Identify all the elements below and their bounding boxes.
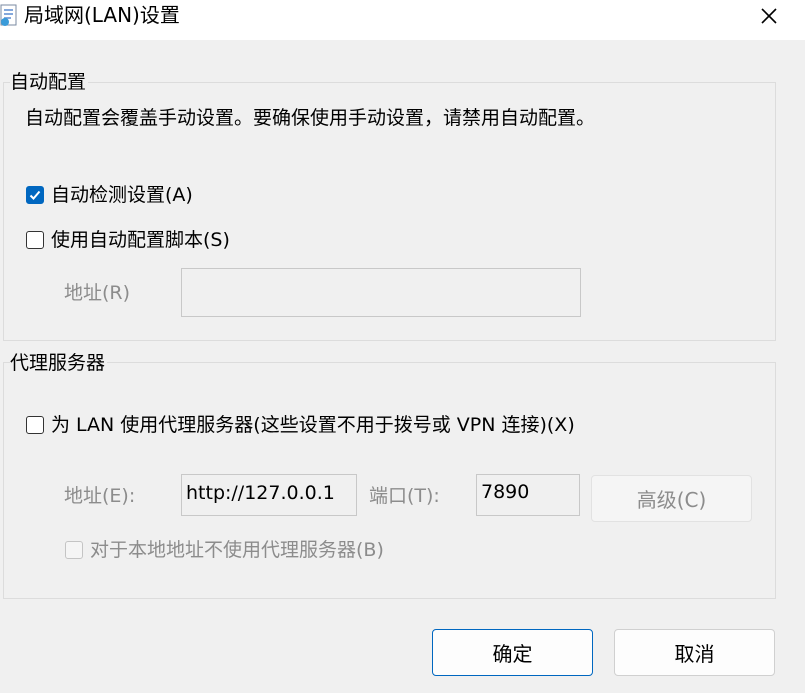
- title-bar: 局域网(LAN)设置: [0, 0, 805, 40]
- cancel-button[interactable]: 取消: [614, 629, 775, 676]
- bypass-local-checkbox[interactable]: [65, 541, 83, 559]
- script-address-label: 地址(R): [64, 282, 131, 304]
- use-proxy-checkbox[interactable]: [26, 416, 44, 434]
- bypass-local-label: 对于本地地址不使用代理服务器(B): [90, 539, 384, 561]
- settings-document-icon: [0, 4, 20, 28]
- close-button[interactable]: [752, 0, 786, 32]
- auto-detect-checkbox[interactable]: [26, 186, 44, 204]
- close-icon: [761, 8, 777, 24]
- auto-config-group-title: 自动配置: [10, 71, 89, 93]
- window-title: 局域网(LAN)设置: [24, 3, 180, 27]
- script-address-field[interactable]: [181, 268, 581, 317]
- advanced-button[interactable]: 高级(C): [591, 475, 752, 522]
- use-proxy-label[interactable]: 为 LAN 使用代理服务器(这些设置不用于拨号或 VPN 连接)(X): [51, 413, 575, 437]
- use-script-label[interactable]: 使用自动配置脚本(S): [51, 228, 230, 252]
- auto-detect-label[interactable]: 自动检测设置(A): [51, 183, 193, 207]
- proxy-group-title: 代理服务器: [10, 352, 108, 374]
- auto-config-description: 自动配置会覆盖手动设置。要确保使用手动设置，请禁用自动配置。: [25, 107, 596, 129]
- proxy-address-label: 地址(E):: [64, 485, 136, 507]
- checkmark-icon: [29, 190, 41, 200]
- use-script-checkbox[interactable]: [26, 231, 44, 249]
- ok-button[interactable]: 确定: [432, 629, 593, 676]
- proxy-address-field[interactable]: http://127.0.0.1: [181, 474, 357, 516]
- proxy-port-field[interactable]: 7890: [476, 474, 580, 516]
- proxy-port-label: 端口(T):: [369, 485, 440, 507]
